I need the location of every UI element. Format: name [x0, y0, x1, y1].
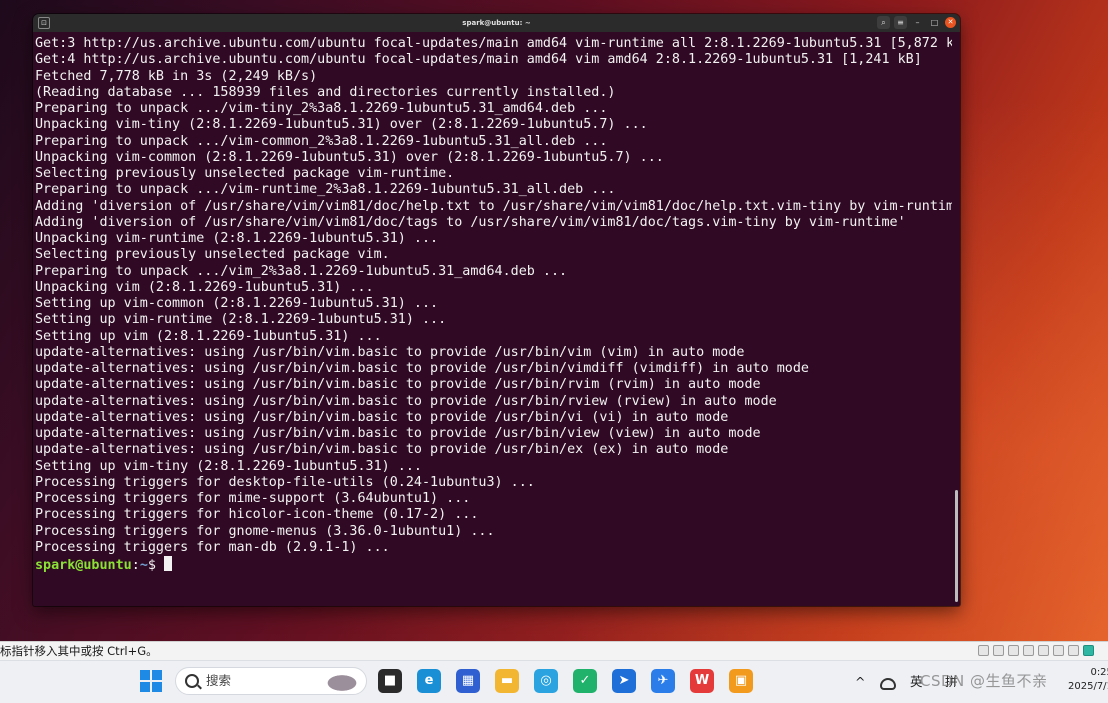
store-icon[interactable]: ▦ — [456, 669, 480, 693]
network-icon[interactable] — [1008, 645, 1019, 656]
terminal-line: Adding 'diversion of /usr/share/vim/vim8… — [35, 214, 906, 230]
terminal-line: Processing triggers for man-db (2.9.1-1)… — [35, 539, 390, 555]
hdd-icon[interactable] — [978, 645, 989, 656]
taskbar-search[interactable]: 搜索 — [175, 667, 367, 695]
terminal-line: Setting up vim-runtime (2:8.1.2269-1ubun… — [35, 312, 447, 328]
clock-date: 2025/7/1 — [1068, 681, 1108, 692]
terminal-scrollbar[interactable] — [955, 490, 958, 602]
lark-icon[interactable]: ✈ — [651, 669, 675, 693]
onedrive-icon[interactable] — [880, 678, 896, 690]
terminal-line: Setting up vim-common (2:8.1.2269-1ubunt… — [35, 296, 439, 311]
terminal-line: Processing triggers for gnome-menus (3.3… — [35, 523, 495, 539]
terminal-line: (Reading database ... 158939 files and d… — [35, 84, 616, 100]
maximize-button[interactable]: □ — [928, 16, 941, 29]
close-button[interactable]: ✕ — [945, 17, 956, 28]
terminal-window[interactable]: ⊡ spark@ubuntu: ~ ⌕ ≡ – □ ✕ Get:3 http:/… — [33, 14, 960, 606]
tray-chevron-icon[interactable]: ^ — [855, 661, 865, 703]
edge-icon[interactable]: e — [417, 669, 441, 693]
terminal-output[interactable]: Get:3 http://us.archive.ubuntu.com/ubunt… — [35, 36, 952, 606]
vmware-icon[interactable]: ▣ — [729, 669, 753, 693]
terminal-line: Selecting previously unselected package … — [35, 166, 455, 181]
terminal-line: Preparing to unpack .../vim-runtime_2%3a… — [35, 182, 616, 198]
hamburger-menu-icon[interactable]: ≡ — [894, 16, 907, 29]
wps-icon[interactable]: W — [690, 669, 714, 693]
browser-ai-icon[interactable]: ◎ — [534, 669, 558, 693]
search-icon[interactable]: ⌕ — [877, 16, 890, 29]
window-titlebar[interactable]: ⊡ spark@ubuntu: ~ ⌕ ≡ – □ ✕ — [33, 14, 960, 32]
task-view-icon[interactable]: ■ — [378, 669, 402, 693]
terminal-line: update-alternatives: using /usr/bin/vim.… — [35, 393, 777, 409]
terminal-line: Fetched 7,778 kB in 3s (2,249 kB/s) — [35, 68, 318, 84]
prompt-separator: : — [131, 558, 140, 573]
terminal-line: Get:3 http://us.archive.ubuntu.com/ubunt… — [35, 36, 952, 51]
display-icon[interactable] — [1068, 645, 1079, 656]
terminal-line: Processing triggers for desktop-file-uti… — [35, 474, 535, 490]
prompt-user: spark@ubuntu — [35, 558, 132, 573]
taskbar-clock[interactable]: 0:25 2025/7/1 — [1068, 666, 1108, 694]
status-hint-text: 标指针移入其中或按 Ctrl+G。 — [0, 644, 158, 658]
vm-statusbar: 标指针移入其中或按 Ctrl+G。 — [0, 641, 1108, 661]
terminal-line: update-alternatives: using /usr/bin/vim.… — [35, 409, 729, 425]
terminal-line: Setting up vim (2:8.1.2269-1ubuntu5.31) … — [35, 328, 382, 344]
prompt-symbol: $ — [147, 558, 164, 573]
search-icon — [185, 674, 199, 688]
terminal-line: Processing triggers for hicolor-icon-the… — [35, 507, 479, 523]
search-placeholder: 搜索 — [206, 673, 232, 688]
printer-icon[interactable] — [1023, 645, 1034, 656]
terminal-line: update-alternatives: using /usr/bin/vim.… — [35, 361, 809, 376]
cd-icon[interactable] — [993, 645, 1004, 656]
wechat-work-icon[interactable]: ✓ — [573, 669, 597, 693]
usb-icon[interactable] — [1053, 645, 1064, 656]
terminal-line: update-alternatives: using /usr/bin/vim.… — [35, 426, 761, 441]
terminal-line: Selecting previously unselected package … — [35, 247, 390, 263]
terminal-line: update-alternatives: using /usr/bin/vim.… — [35, 344, 745, 360]
clock-time: 0:25 — [1090, 667, 1108, 678]
terminal-line: Processing triggers for mime-support (3.… — [35, 491, 471, 506]
text-cursor — [164, 556, 172, 571]
windows-logo-icon — [140, 670, 150, 680]
prompt-line[interactable]: spark@ubuntu:~$ — [35, 556, 952, 573]
terminal-line: Adding 'diversion of /usr/share/vim/vim8… — [35, 198, 952, 214]
terminal-line: update-alternatives: using /usr/bin/vim.… — [35, 442, 729, 458]
terminal-line: update-alternatives: using /usr/bin/vim.… — [35, 377, 761, 393]
search-highlight-image — [320, 671, 360, 691]
terminal-line: Unpacking vim-runtime (2:8.1.2269-1ubunt… — [35, 231, 439, 246]
terminal-line: Unpacking vim-common (2:8.1.2269-1ubuntu… — [35, 149, 664, 165]
prompt-path: ~ — [139, 558, 148, 573]
terminal-line: Preparing to unpack .../vim_2%3a8.1.2269… — [35, 263, 568, 279]
message-icon[interactable] — [1083, 645, 1094, 656]
minimize-button[interactable]: – — [911, 16, 924, 29]
terminal-line: Setting up vim-tiny (2:8.1.2269-1ubuntu5… — [35, 458, 422, 474]
terminal-line: Get:4 http://us.archive.ubuntu.com/ubunt… — [35, 52, 922, 68]
terminal-line: Unpacking vim (2:8.1.2269-1ubuntu5.31) .… — [35, 279, 374, 295]
feishu-icon[interactable]: ➤ — [612, 669, 636, 693]
terminal-line: Preparing to unpack .../vim-tiny_2%3a8.1… — [35, 101, 608, 116]
vm-device-icons — [978, 645, 1094, 656]
watermark-text: CSDN @生鱼不亲 — [920, 672, 1048, 690]
start-button[interactable] — [140, 670, 162, 692]
sound-icon[interactable] — [1038, 645, 1049, 656]
window-title: spark@ubuntu: ~ — [462, 19, 531, 27]
terminal-line: Unpacking vim-tiny (2:8.1.2269-1ubuntu5.… — [35, 117, 648, 133]
terminal-line: Preparing to unpack .../vim-common_2%3a8… — [35, 133, 608, 149]
file-explorer-icon[interactable]: ▬ — [495, 669, 519, 693]
